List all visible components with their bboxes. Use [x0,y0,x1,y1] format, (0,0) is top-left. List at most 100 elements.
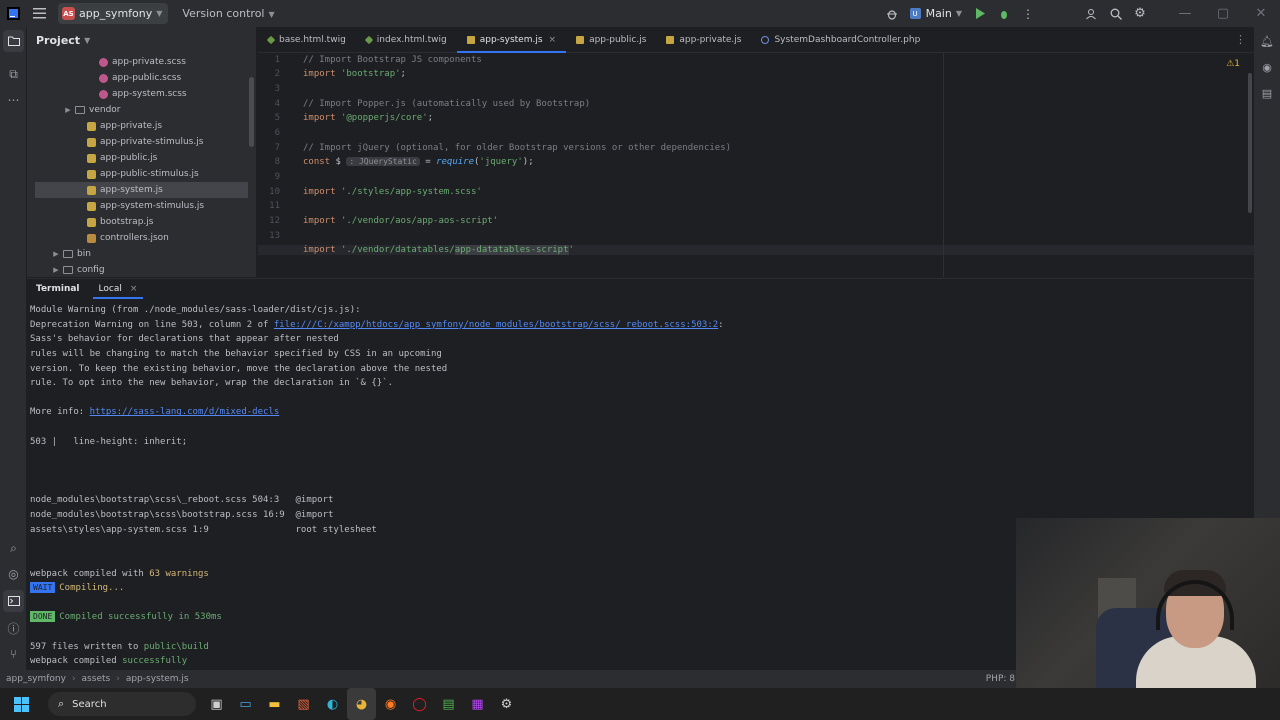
more-tabs-icon[interactable]: ⋮ [1235,33,1246,46]
breadcrumb-item[interactable]: app-system.js [126,674,189,684]
debug-icon[interactable] [992,0,1016,27]
terminal-icon[interactable] [3,590,24,612]
windows-start-icon[interactable] [0,688,42,720]
file-explorer-icon[interactable]: ▬ [260,688,289,720]
chevron-down-icon: ▼ [156,9,163,18]
file-link[interactable]: file:///C:/xampp/htdocs/app_symfony/node… [274,320,718,330]
editor-tab[interactable]: SystemDashboardController.php [751,27,930,52]
terminal-line: node_modules\bootstrap\scss\_reboot.scss… [30,495,334,506]
js-file-icon [87,169,96,179]
debug-bug-icon[interactable] [880,0,904,27]
search-icon[interactable] [1104,0,1128,27]
tree-file[interactable]: app-system.scss [27,86,249,102]
docs-link[interactable]: https://sass-lang.com/d/mixed-decls [90,407,280,417]
app-icon-1[interactable]: ▭ [231,688,260,720]
close-icon[interactable]: ✕ [1242,0,1280,27]
git-icon[interactable]: ⑂ [0,643,27,665]
app-logo-icon[interactable] [0,0,26,27]
minimize-icon[interactable]: — [1166,0,1204,27]
tab-local[interactable]: Local × [89,279,144,299]
tree-file[interactable]: app-public.scss [27,70,249,86]
folder-file-icon [63,266,73,274]
tree-file[interactable]: app-system.js [35,182,248,198]
editor-tab[interactable]: app-public.js [566,27,656,52]
run-icon[interactable] [968,0,992,27]
tree-file[interactable]: app-private-stimulus.js [27,134,249,150]
editor-tab-label: base.html.twig [279,34,346,45]
line-number: 7 [274,143,280,153]
task-view-icon[interactable]: ▣ [202,688,231,720]
editor-scrollbar[interactable] [1248,73,1252,213]
chrome-icon[interactable]: ◕ [347,688,376,720]
problems-icon[interactable]: ⓘ [0,617,27,639]
tree-folder[interactable]: ▶ config [27,262,249,277]
app-icon-3[interactable]: ▤ [434,688,463,720]
terminal-line: Sass's behavior for declarations that ap… [30,334,339,345]
app-icon-2[interactable]: ▧ [289,688,318,720]
app-icon-4[interactable]: ⚙ [492,688,521,720]
add-user-icon[interactable] [1080,0,1104,27]
editor-tab[interactable]: app-system.js × [456,27,567,53]
structure-icon[interactable]: ⧉ [0,63,27,85]
settings-gear-icon[interactable]: ⚙ [1128,0,1152,27]
tree-file[interactable]: app-public.js [27,150,249,166]
code-area[interactable]: 1234567891011121314 // Import Bootstrap … [258,53,1254,277]
terminal-line: Module Warning (from ./node_modules/sass… [30,305,361,315]
line-number: 6 [274,128,280,138]
main-menu-icon[interactable] [26,0,52,27]
editor-tab[interactable]: index.html.twig [356,27,457,52]
project-scrollbar[interactable] [249,77,254,147]
tree-item-label: config [77,265,105,275]
type-hint: : JQueryStatic [346,157,420,166]
maximize-icon[interactable]: ▢ [1204,0,1242,27]
services-icon[interactable]: ◎ [0,563,27,585]
phpstorm-icon[interactable]: ▦ [463,688,492,720]
tree-file[interactable]: app-system-stimulus.js [27,198,249,214]
breadcrumb: app_symfony › assets › app-system.js [6,674,189,684]
chevron-down-icon: ▼ [84,35,91,45]
editor-tab[interactable]: app-private.js [656,27,751,52]
expand-arrow-icon[interactable]: ▶ [51,250,61,258]
expand-arrow-icon[interactable]: ▶ [63,106,73,114]
scss-file-icon [99,57,108,67]
firefox-icon[interactable]: ◉ [376,688,405,720]
breadcrumb-item[interactable]: assets [82,674,111,684]
editor-tab[interactable]: base.html.twig [258,27,356,52]
line-number: 4 [274,99,280,109]
tree-file[interactable]: app-public-stimulus.js [27,166,249,182]
more-actions-icon[interactable]: ⋮ [1016,0,1040,27]
tree-file[interactable]: bootstrap.js [27,214,249,230]
tree-file[interactable]: app-private.scss [27,54,249,70]
tree-folder[interactable]: ▶ vendor [27,102,249,118]
terminal-output[interactable]: Module Warning (from ./node_modules/sass… [30,303,724,684]
more-tools-icon[interactable]: ⋯ [0,89,27,111]
tree-file[interactable]: controllers.json [27,230,249,246]
notifications-icon[interactable]: 🔔︎ [1254,29,1280,53]
tree-folder[interactable]: ▶ bin [27,246,249,262]
code-line-10: import './styles/app-system.scss' [303,187,482,197]
js-file-icon [87,137,96,147]
edge-icon[interactable]: ◐ [318,688,347,720]
close-tab-icon[interactable]: × [549,35,557,45]
search-icon[interactable]: ⌕ [0,537,27,559]
database-icon[interactable]: ▤ [1254,81,1280,105]
warning-indicator[interactable]: ⚠1 [1226,59,1240,69]
php-version[interactable]: PHP: 8 [986,674,1015,684]
project-panel-header[interactable]: Project ▼ [27,27,256,53]
opera-icon[interactable]: ◯ [405,688,434,720]
breadcrumb-item[interactable]: app_symfony [6,674,66,684]
left-tool-strip: ⧉ ⋯ ⌕ ◎ ⓘ ⑂ [0,27,27,692]
tree-file[interactable]: app-private.js [27,118,249,134]
close-icon[interactable]: × [130,284,138,294]
code-editor: base.html.twig index.html.twig app-system.… [258,27,1254,277]
version-control-menu[interactable]: Version control ▼ [182,7,274,20]
run-config-selector[interactable]: U Main ▼ [909,7,962,20]
terminal-line: rules will be changing to match the beha… [30,348,442,359]
taskbar-search[interactable]: ⌕ Search [48,692,196,716]
project-selector[interactable]: AS app_symfony ▼ [58,3,169,24]
expand-arrow-icon[interactable]: ▶ [51,266,61,274]
terminal-line: rule. To opt into the new behavior, wrap… [30,378,394,389]
folder-icon[interactable] [3,30,24,52]
ai-assistant-icon[interactable]: ◉ [1254,55,1280,79]
code-line-12: import './vendor/aos/app-aos-script' [303,216,499,226]
